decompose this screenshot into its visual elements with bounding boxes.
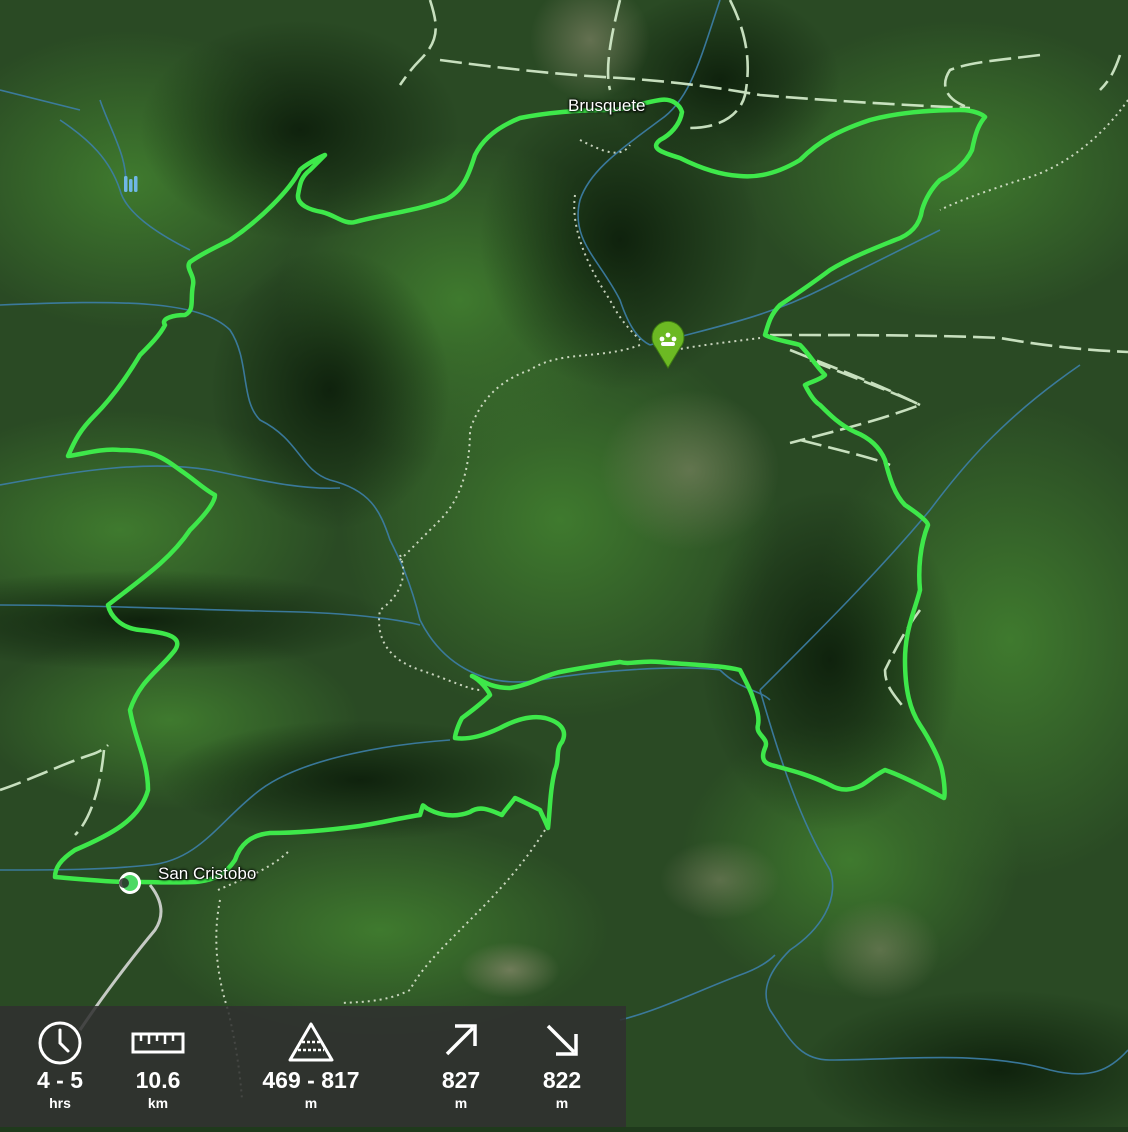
satellite-map: [0, 0, 1128, 1132]
route-stats-panel: 4 - 5 hrs 10.6 km 469 - 817 m 827 m 822 …: [0, 1006, 626, 1127]
stat-elevation-unit: m: [304, 1095, 318, 1111]
arrow-up-right-icon: [445, 1024, 477, 1056]
elevation-icon: [288, 1022, 334, 1062]
stat-descent-unit: m: [555, 1095, 569, 1111]
stat-distance-value: 10.6: [135, 1067, 181, 1093]
stat-distance-unit: km: [147, 1095, 169, 1111]
stat-descent-value: 822: [542, 1067, 582, 1093]
stat-elevation-value: 469 - 817: [262, 1067, 360, 1093]
place-label-san-cristobo: San Cristobo: [158, 864, 257, 883]
place-label-brusquete: Brusquete: [568, 96, 646, 115]
arrow-down-right-icon: [546, 1024, 578, 1056]
ruler-icon: [131, 1032, 185, 1054]
map-view[interactable]: Brusquete San Cristobo: [0, 0, 1128, 1132]
start-point-icon[interactable]: [119, 872, 141, 894]
clock-icon: [38, 1021, 82, 1065]
